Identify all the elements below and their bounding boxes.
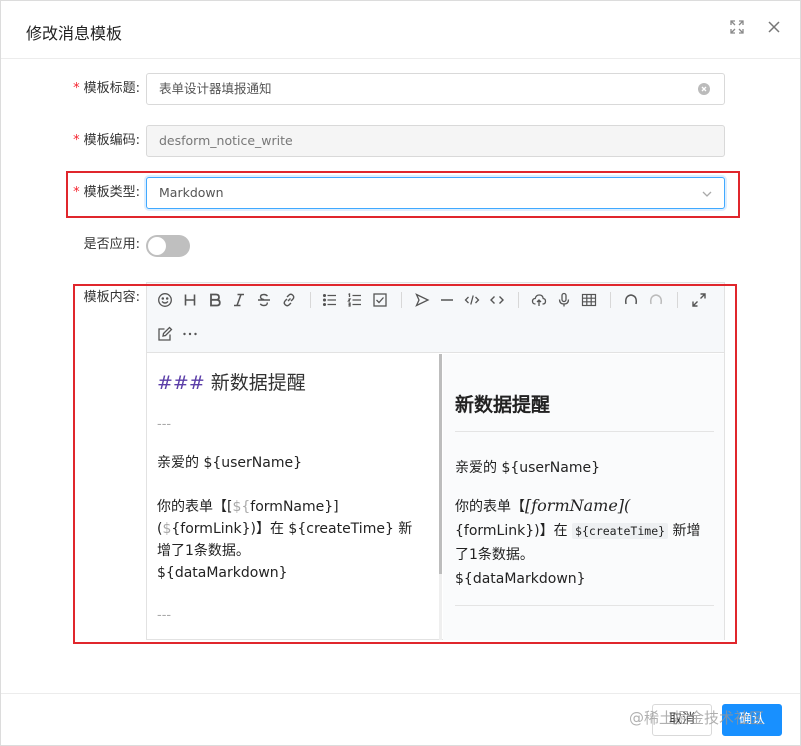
toolbar-separator <box>518 292 519 308</box>
content-label: 模板内容: <box>83 290 140 305</box>
switch-knob <box>148 237 166 255</box>
type-select[interactable]: Markdown <box>146 177 725 209</box>
clear-icon[interactable] <box>698 83 710 95</box>
modal-title: 修改消息模板 <box>26 24 123 43</box>
strikethrough-icon[interactable] <box>254 290 274 310</box>
markdown-editor: ### 新数据提醒 --- 亲爱的 ${userName} 你的表单【[${fo… <box>146 282 725 640</box>
preview-greeting: 亲爱的 ${userName} <box>455 460 601 476</box>
source-scrollbar[interactable] <box>439 354 442 574</box>
toolbar-separator <box>677 292 678 308</box>
undo-icon[interactable] <box>621 290 641 310</box>
italic-icon[interactable] <box>229 290 249 310</box>
apply-label: 是否应用: <box>83 237 140 252</box>
type-select-value: Markdown <box>159 185 224 200</box>
preview-heading: 新数据提醒 <box>455 394 551 416</box>
code-block-icon[interactable] <box>462 290 482 310</box>
edit-mode-icon[interactable] <box>155 324 175 344</box>
emoji-icon[interactable] <box>155 290 175 310</box>
apply-switch[interactable] <box>146 235 190 257</box>
type-label: * 模板类型: <box>73 185 140 200</box>
title-input-value: 表单设计器填报通知 <box>159 81 272 96</box>
source-hr-2: --- <box>157 608 172 623</box>
toolbar-separator <box>310 292 311 308</box>
code-input-value: desform_notice_write <box>159 133 293 148</box>
close-icon[interactable] <box>766 19 786 39</box>
preview-line-4: ${dataMarkdown} <box>455 571 586 587</box>
microphone-icon[interactable] <box>554 290 574 310</box>
markdown-preview-pane: 新数据提醒 亲爱的 ${userName} 你的表单【[formName]( {… <box>443 354 724 640</box>
toolbar-separator <box>401 292 402 308</box>
watermark: @稀土掘金技术社区 <box>629 709 765 727</box>
redo-icon[interactable] <box>646 290 666 310</box>
upload-icon[interactable] <box>529 290 549 310</box>
modal-header: 修改消息模板 <box>1 1 800 59</box>
bold-icon[interactable] <box>205 290 225 310</box>
more-icon[interactable] <box>180 324 200 344</box>
horizontal-rule-icon[interactable] <box>437 290 457 310</box>
ordered-list-icon[interactable] <box>345 290 365 310</box>
chevron-down-icon <box>702 191 712 197</box>
source-hr: --- <box>157 417 172 432</box>
checkbox-list-icon[interactable] <box>370 290 390 310</box>
editor-toolbar <box>147 283 724 353</box>
quote-icon[interactable] <box>412 290 432 310</box>
edit-template-modal: 修改消息模板 * 模板标题: 表单设计器填报通知 * 模板编码: desform_n… <box>0 0 801 746</box>
title-input[interactable]: 表单设计器填报通知 <box>146 73 725 105</box>
preview-hr-2 <box>455 605 714 606</box>
link-icon[interactable] <box>279 290 299 310</box>
toolbar-separator <box>610 292 611 308</box>
code-label: * 模板编码: <box>73 133 140 148</box>
source-line-3: 增了1条数据。 <box>157 543 250 559</box>
inline-code-icon[interactable] <box>487 290 507 310</box>
source-greeting: 亲爱的 ${userName} <box>157 455 303 471</box>
code-input: desform_notice_write <box>146 125 725 157</box>
source-line-1: 你的表单【[${formName}] <box>157 499 339 515</box>
fullscreen-editor-icon[interactable] <box>689 290 709 310</box>
heading-icon[interactable] <box>180 290 200 310</box>
preview-line-1: 你的表单【[formName]( <box>455 496 631 515</box>
preview-hr <box>455 431 714 432</box>
table-icon[interactable] <box>579 290 599 310</box>
preview-line-2: {formLink})】在 ${createTime} 新增 <box>455 523 701 539</box>
bullet-list-icon[interactable] <box>320 290 340 310</box>
fullscreen-icon[interactable] <box>729 19 749 39</box>
source-heading: ### 新数据提醒 <box>157 372 306 394</box>
markdown-source-pane[interactable]: ### 新数据提醒 --- 亲爱的 ${userName} 你的表单【[${fo… <box>147 354 439 640</box>
preview-line-3: 了1条数据。 <box>455 547 534 563</box>
source-line-4: ${dataMarkdown} <box>157 565 288 581</box>
modal-footer: 取消 确认 @稀土掘金技术社区 <box>1 693 800 746</box>
source-line-2: (${formLink})】在 ${createTime} 新 <box>157 521 413 537</box>
title-label: * 模板标题: <box>73 81 140 96</box>
